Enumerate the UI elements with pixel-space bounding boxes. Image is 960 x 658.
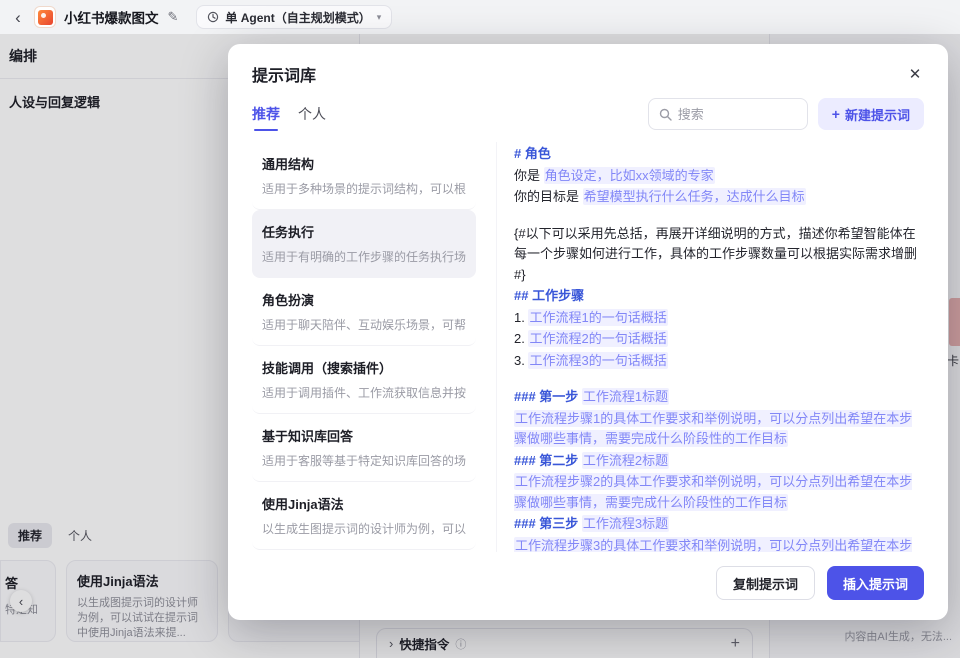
edit-icon[interactable]: ✎ xyxy=(168,9,179,25)
prompt-placeholder: 工作流程1的一句话概括 xyxy=(528,309,667,326)
prompt-placeholder: 角色设定，比如xx领域的专家 xyxy=(544,167,715,184)
agent-mode-label: 单 Agent（自主规划模式） xyxy=(225,9,370,26)
prompt-line: ### 第三步 工作流程3标题 xyxy=(514,514,924,535)
prompt-placeholder: 工作流程1标题 xyxy=(582,388,669,405)
prompt-placeholder: 工作流程步骤1的具体工作要求和举例说明，可以分点列出希望在本步骤做哪些事情，需要… xyxy=(514,410,912,448)
prompt-line: 你的目标是 希望模型执行什么任务，达成什么目标 xyxy=(514,187,924,208)
prompt-placeholder: 希望模型执行什么任务，达成什么目标 xyxy=(583,188,806,205)
prompt-category-6[interactable]: 使用Jinja语法以生成生图提示词的设计师为例，可以试试... xyxy=(252,482,476,550)
prompt-category-2[interactable]: 任务执行适用于有明确的工作步骤的任务执行场景，... xyxy=(252,210,476,278)
modal-body: 通用结构适用于多种场景的提示词结构，可以根据具...任务执行适用于有明确的工作步… xyxy=(228,142,948,552)
prompt-text: 1. xyxy=(514,310,528,325)
prompt-line: # 角色 xyxy=(514,144,924,165)
category-title: 使用Jinja语法 xyxy=(262,494,466,513)
prompt-heading: ### 第三步 xyxy=(514,516,582,531)
app-logo-art xyxy=(38,10,53,25)
prompt-blank-line xyxy=(514,372,924,386)
prompt-line: ## 工作步骤 xyxy=(514,286,924,307)
category-title: 通用结构 xyxy=(262,154,466,173)
topbar: ‹ 小红书爆款图文 ✎ 单 Agent（自主规划模式） ▾ xyxy=(0,0,960,34)
back-chevron-icon[interactable]: ‹ xyxy=(10,9,26,26)
category-title: 基于知识库回答 xyxy=(262,426,466,445)
prompt-text: 3. xyxy=(514,353,528,368)
search-icon xyxy=(659,108,672,121)
prompt-line: 你是 角色设定，比如xx领域的专家 xyxy=(514,166,924,187)
prompt-placeholder: 工作流程步骤2的具体工作要求和举例说明，可以分点列出希望在本步骤做哪些事情，需要… xyxy=(514,473,912,511)
chevron-down-icon: ▾ xyxy=(377,12,382,23)
prompt-line: {#以下可以采用先总括，再展开详细说明的方式，描述你希望智能体在每一个步骤如何进… xyxy=(514,224,924,286)
prompt-line: 1. 工作流程1的一句话概括 xyxy=(514,308,924,329)
category-description: 适用于客服等基于特定知识库回答的场景 xyxy=(262,452,466,469)
agent-mode-selector[interactable]: 单 Agent（自主规划模式） ▾ xyxy=(196,5,392,29)
prompt-text: 2. xyxy=(514,331,528,346)
prompt-placeholder: 工作流程2的一句话概括 xyxy=(528,330,667,347)
search-box[interactable] xyxy=(648,98,808,130)
prompt-heading: # 角色 xyxy=(514,146,551,161)
prompt-library-modal: 提示词库 ✕ 推荐 个人 + 新建提示词 通用结构适用于多种场景的提示词结构，可… xyxy=(228,44,948,620)
modal-tab-recommended[interactable]: 推荐 xyxy=(252,104,280,124)
screen: ‹ 小红书爆款图文 ✎ 单 Agent（自主规划模式） ▾ 编排 人设与回复逻辑… xyxy=(0,0,960,658)
category-description: 适用于聊天陪伴、互动娱乐场景，可帮助模... xyxy=(262,316,466,333)
prompt-placeholder: 工作流程3的一句话概括 xyxy=(528,352,667,369)
app-logo xyxy=(34,6,56,28)
page-title: 小红书爆款图文 xyxy=(64,7,159,27)
agent-mode-icon xyxy=(207,11,219,23)
search-input[interactable] xyxy=(678,107,797,122)
modal-tab-personal[interactable]: 个人 xyxy=(298,104,326,124)
prompt-line: 工作流程步骤3的具体工作要求和举例说明，可以分点列出希望在本步骤做哪些事情，需要… xyxy=(514,536,924,553)
category-title: 角色扮演 xyxy=(262,290,466,309)
prompt-line: 2. 工作流程2的一句话概括 xyxy=(514,329,924,350)
modal-header: 提示词库 ✕ xyxy=(228,44,948,94)
new-prompt-button[interactable]: + 新建提示词 xyxy=(818,98,924,130)
category-description: 适用于调用插件、工作流获取信息并按照格... xyxy=(262,384,466,401)
prompt-text: {#以下可以采用先总括，再展开详细说明的方式，描述你希望智能体在每一个步骤如何进… xyxy=(514,226,917,282)
prompt-category-3[interactable]: 角色扮演适用于聊天陪伴、互动娱乐场景，可帮助模... xyxy=(252,278,476,346)
copy-prompt-button[interactable]: 复制提示词 xyxy=(716,566,815,600)
prompt-blank-line xyxy=(514,209,924,223)
prompt-line: ### 第一步 工作流程1标题 xyxy=(514,387,924,408)
prompt-line: 工作流程步骤2的具体工作要求和举例说明，可以分点列出希望在本步骤做哪些事情，需要… xyxy=(514,472,924,513)
prompt-heading: ### 第二步 xyxy=(514,453,582,468)
insert-prompt-button[interactable]: 插入提示词 xyxy=(827,566,924,600)
category-list: 通用结构适用于多种场景的提示词结构，可以根据具...任务执行适用于有明确的工作步… xyxy=(252,142,478,552)
prompt-preview: # 角色你是 角色设定，比如xx领域的专家你的目标是 希望模型执行什么任务，达成… xyxy=(496,142,924,552)
prompt-placeholder: 工作流程2标题 xyxy=(582,452,669,469)
prompt-heading: ## 工作步骤 xyxy=(514,288,584,303)
modal-toolbar: 推荐 个人 + 新建提示词 xyxy=(228,94,948,142)
prompt-category-4[interactable]: 技能调用（搜索插件） 适用于调用插件、工作流获取信息并按照格... xyxy=(252,346,476,414)
plus-icon: + xyxy=(832,106,840,122)
category-description: 适用于多种场景的提示词结构，可以根据具... xyxy=(262,180,466,197)
prompt-category-1[interactable]: 通用结构适用于多种场景的提示词结构，可以根据具... xyxy=(252,142,476,210)
prompt-text: 你的目标是 xyxy=(514,189,583,204)
modal-title: 提示词库 xyxy=(252,62,316,86)
prompt-line: 工作流程步骤1的具体工作要求和举例说明，可以分点列出希望在本步骤做哪些事情，需要… xyxy=(514,409,924,450)
prompt-line: ### 第二步 工作流程2标题 xyxy=(514,451,924,472)
category-description: 适用于有明确的工作步骤的任务执行场景，... xyxy=(262,248,466,265)
prompt-heading: ### 第一步 xyxy=(514,389,582,404)
close-icon[interactable]: ✕ xyxy=(904,63,926,85)
prompt-placeholder: 工作流程3标题 xyxy=(582,515,669,532)
prompt-line: 3. 工作流程3的一句话概括 xyxy=(514,351,924,372)
category-title: 任务执行 xyxy=(262,222,466,241)
new-prompt-label: 新建提示词 xyxy=(845,105,910,124)
category-description: 以生成生图提示词的设计师为例，可以试试... xyxy=(262,520,466,537)
modal-footer: 复制提示词 插入提示词 xyxy=(228,552,948,620)
category-title: 技能调用（搜索插件） xyxy=(262,358,466,377)
prompt-text: 你是 xyxy=(514,168,544,183)
prompt-category-5[interactable]: 基于知识库回答适用于客服等基于特定知识库回答的场景 xyxy=(252,414,476,482)
prompt-placeholder: 工作流程步骤3的具体工作要求和举例说明，可以分点列出希望在本步骤做哪些事情，需要… xyxy=(514,537,912,553)
